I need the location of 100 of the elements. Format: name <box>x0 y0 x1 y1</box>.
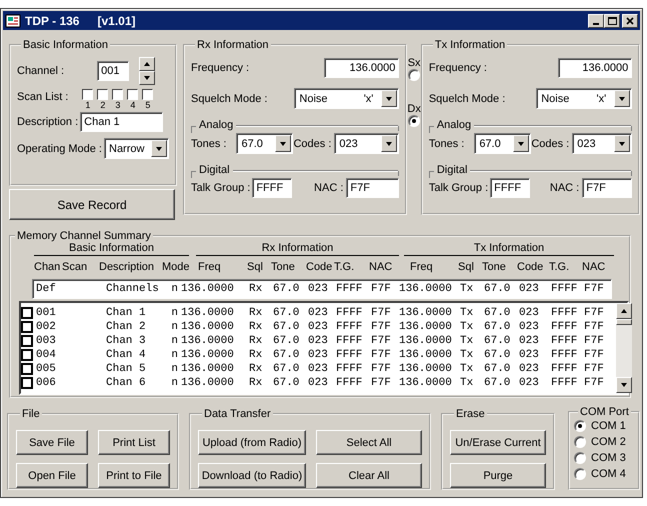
subgroup-title: Analog <box>436 119 472 131</box>
talk-group-field[interactable]: FFFF <box>490 178 530 198</box>
checkbox[interactable] <box>21 307 33 319</box>
field-label: Tones : <box>191 138 226 150</box>
column-group-header: Basic Information <box>34 242 189 256</box>
codes-dropdown[interactable]: 023 <box>572 133 632 154</box>
frequency-field[interactable]: 136.0000 <box>324 58 400 78</box>
squelch-dropdown[interactable]: Noise 'x' <box>536 88 632 109</box>
column-header: Scan <box>62 261 88 273</box>
minimize-button[interactable] <box>588 14 604 28</box>
column-header: Code <box>306 261 334 273</box>
squelch-dropdown[interactable]: Noise 'x' <box>294 88 400 109</box>
field-label: Description : <box>17 116 78 128</box>
field-label: Channel : <box>17 65 64 77</box>
field-label: Squelch Mode : <box>191 92 268 104</box>
action-button[interactable]: Download (to Radio) <box>198 463 306 488</box>
app-icon <box>5 14 21 28</box>
checkbox[interactable] <box>21 349 33 361</box>
action-button[interactable]: Clear All <box>316 463 422 488</box>
window-title: TDP - 136 <box>25 14 80 28</box>
scroll-down-button[interactable] <box>616 377 632 393</box>
spin-down-button[interactable] <box>139 71 156 85</box>
checkbox-label: 3 <box>115 100 120 110</box>
field-label: Codes : <box>531 138 570 150</box>
field-label: Operating Mode : <box>17 142 102 154</box>
column-header: NAC <box>369 261 394 273</box>
action-button[interactable]: Save File <box>16 430 88 455</box>
field-label: Frequency : <box>191 62 250 74</box>
action-button[interactable]: Print to File <box>98 463 170 488</box>
field-label: Codes : <box>293 138 332 150</box>
nac-field[interactable]: F7F <box>346 178 400 198</box>
group-title: Erase <box>455 408 486 420</box>
channel-row[interactable]: 006 Chan 6 n 136.0000 Rx 67.0 023 FFFF F7F 136.0000 Tx 67.0 023 FFFF F7F <box>36 377 616 389</box>
action-button[interactable]: Purge <box>450 463 546 488</box>
checkbox[interactable] <box>97 89 108 100</box>
radio-button[interactable] <box>574 452 586 464</box>
field-label: Squelch Mode : <box>428 92 506 104</box>
checkbox[interactable] <box>112 89 124 100</box>
action-button[interactable]: Print List <box>98 430 170 455</box>
radio-label: COM 4 <box>591 468 626 480</box>
checkbox-label: 4 <box>130 100 136 110</box>
default-row[interactable]: Def Channels n 136.0000 Rx 67.0 023 FFFF F7F 136.0000 Tx 67.0 023 FFFF F7F <box>32 279 612 299</box>
radio-button[interactable] <box>574 436 586 448</box>
checkbox[interactable] <box>142 89 154 100</box>
subgroup-title: Digital <box>436 164 468 176</box>
scrollbar[interactable] <box>616 303 632 393</box>
spin-up-button[interactable] <box>139 57 156 71</box>
channel-row[interactable]: 003 Chan 3 n 136.0000 Rx 67.0 023 FFFF F7F 136.0000 Tx 67.0 023 FFFF F7F <box>36 335 616 347</box>
column-header: Description <box>99 261 156 273</box>
checkbox[interactable] <box>82 89 94 100</box>
radio-label: COM 1 <box>591 420 626 432</box>
talk-group-field[interactable]: FFFF <box>252 178 292 198</box>
column-header: T.G. <box>334 261 356 273</box>
column-header: T.G. <box>549 261 570 273</box>
frequency-field[interactable]: 136.0000 <box>558 58 632 78</box>
maximize-button[interactable] <box>604 14 620 28</box>
checkbox[interactable] <box>21 363 33 375</box>
tones-dropdown[interactable]: 67.0 <box>236 133 294 154</box>
nac-field[interactable]: F7F <box>582 178 632 198</box>
close-icon <box>626 16 634 24</box>
action-button[interactable]: Un/Erase Current <box>450 430 546 455</box>
checkbox[interactable] <box>21 377 33 389</box>
radio-button[interactable] <box>574 420 586 432</box>
channel-row[interactable]: 005 Chan 5 n 136.0000 Rx 67.0 023 FFFF F7F 136.0000 Tx 67.0 023 FFFF F7F <box>36 363 616 375</box>
minimize-icon <box>593 22 599 24</box>
scroll-thumb[interactable] <box>616 319 632 325</box>
column-header: Sql <box>247 261 264 273</box>
checkbox[interactable] <box>21 321 33 333</box>
action-button[interactable]: Open File <box>16 463 88 488</box>
column-header: Chan <box>34 261 62 273</box>
field-label: Talk Group : <box>191 182 250 194</box>
action-button[interactable]: Select All <box>316 430 422 455</box>
field-label: NAC : <box>550 182 580 194</box>
field-label: Frequency : <box>428 62 487 74</box>
checkbox-label: 2 <box>100 100 106 110</box>
action-button[interactable]: Upload (from Radio) <box>198 430 306 455</box>
channel-row[interactable]: 001 Chan 1 n 136.0000 Rx 67.0 023 FFFF F7F 136.0000 Tx 67.0 023 FFFF F7F <box>36 307 616 319</box>
radio-button[interactable] <box>574 468 586 480</box>
checkbox-label: 1 <box>85 100 90 110</box>
close-button[interactable] <box>622 14 638 28</box>
version-label: [v1.01] <box>97 14 136 28</box>
mode-dropdown[interactable]: Narrow <box>104 138 169 159</box>
channel-row[interactable]: 002 Chan 2 n 136.0000 Rx 67.0 023 FFFF F7F 136.0000 Tx 67.0 023 FFFF F7F <box>36 321 616 333</box>
group-title: Memory Channel Summary <box>16 230 152 242</box>
field-label: NAC : <box>314 182 344 194</box>
column-group-header: Rx Information <box>196 242 399 256</box>
scroll-up-button[interactable] <box>616 303 632 319</box>
checkbox[interactable] <box>127 89 138 100</box>
radio-label: COM 2 <box>591 436 626 448</box>
radio-button[interactable] <box>408 115 420 127</box>
checkbox[interactable] <box>21 335 33 347</box>
radio-button[interactable] <box>408 69 420 81</box>
channel-field[interactable]: 001 <box>97 61 130 81</box>
save-record-button[interactable]: Save Record <box>9 189 175 220</box>
codes-dropdown[interactable]: 023 <box>334 133 400 154</box>
column-header: Tone <box>482 261 507 273</box>
field-label: Scan List : <box>17 91 68 103</box>
channel-row[interactable]: 004 Chan 4 n 136.0000 Rx 67.0 023 FFFF F7F 136.0000 Tx 67.0 023 FFFF F7F <box>36 349 616 361</box>
description-field[interactable]: Chan 1 <box>80 112 164 132</box>
tones-dropdown[interactable]: 67.0 <box>474 133 532 154</box>
